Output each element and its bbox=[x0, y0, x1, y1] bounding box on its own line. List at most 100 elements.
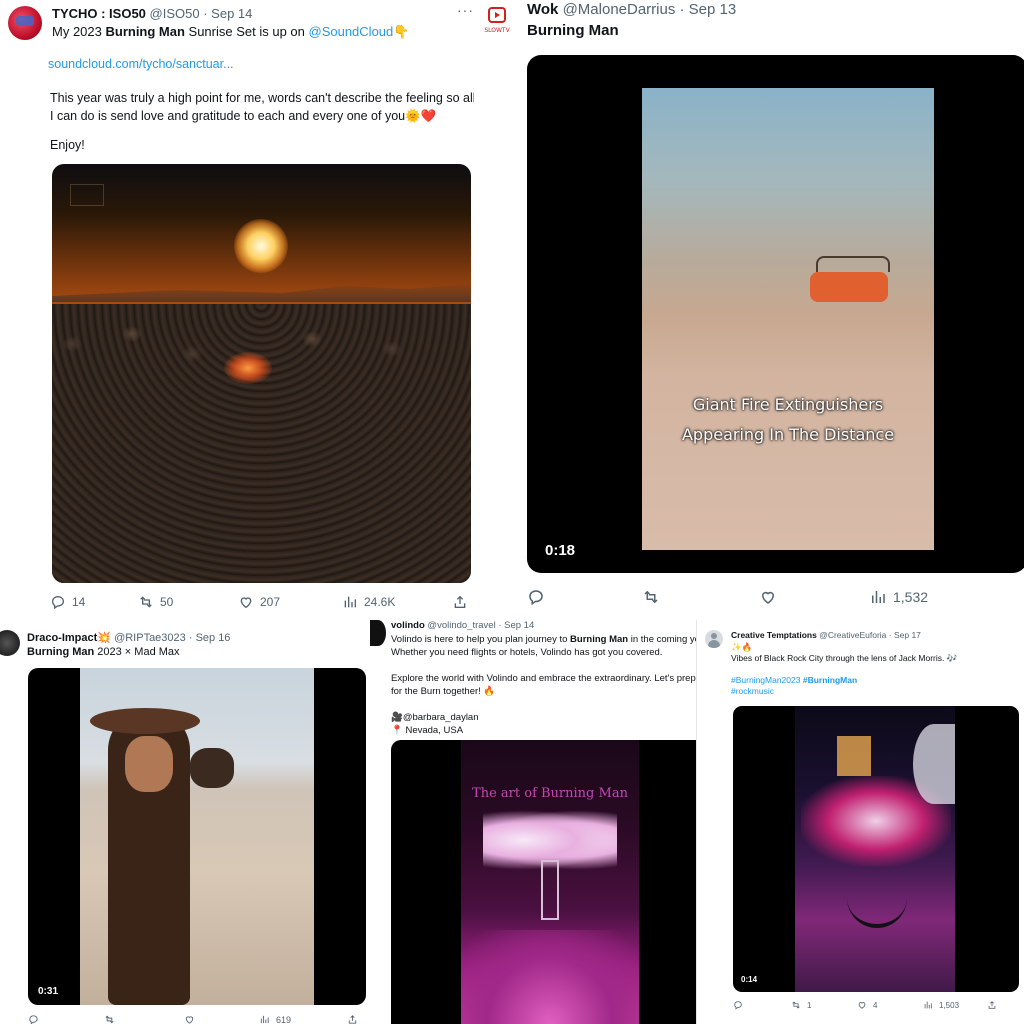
crowd bbox=[52, 304, 471, 583]
tweet-tycho: TYCHO : ISO50 @ISO50 · Sep 14 ··· My 202… bbox=[0, 0, 482, 618]
tweet-text: Volindo is here to help you plan journey… bbox=[391, 634, 698, 736]
tweet-actions: 14 50 207 24.6K bbox=[50, 594, 470, 610]
tweet-actions: 1 4 1,503 bbox=[733, 1000, 1019, 1010]
reply-button[interactable] bbox=[28, 1014, 104, 1024]
hashtag-link[interactable]: #BurningMan bbox=[803, 675, 857, 685]
retweet-icon bbox=[140, 596, 152, 608]
sun bbox=[234, 219, 288, 273]
avatar[interactable] bbox=[8, 6, 42, 40]
lens-flare bbox=[224, 352, 272, 384]
views-icon bbox=[260, 1015, 269, 1024]
tweet-header: Draco-Impact💥 @RIPTae3023 · Sep 16 bbox=[27, 632, 231, 644]
tweet-draco: Draco-Impact💥 @RIPTae3023 · Sep 16 Burni… bbox=[0, 624, 378, 1024]
author-handle[interactable]: @CreativeEuforia bbox=[819, 630, 886, 640]
video-player[interactable]: 0:31 bbox=[28, 668, 366, 1005]
tweet-text: ✨🔥 Vibes of Black Rock City through the … bbox=[731, 642, 958, 697]
video-duration: 0:18 bbox=[545, 542, 576, 559]
retweet-button[interactable] bbox=[642, 588, 759, 606]
author-name[interactable]: Creative Temptations bbox=[731, 630, 817, 640]
tweet-creative: Creative Temptations @CreativeEuforia · … bbox=[696, 620, 1024, 1024]
tweet-header: TYCHO : ISO50 @ISO50 · Sep 14 bbox=[52, 6, 252, 21]
mention-link[interactable]: @SoundCloud bbox=[309, 24, 394, 39]
tweet-date[interactable]: · Sep 14 bbox=[203, 6, 252, 21]
like-button[interactable]: 4 bbox=[857, 1000, 923, 1010]
author-name[interactable]: TYCHO : ISO50 bbox=[52, 6, 146, 21]
views-button[interactable]: 1,503 bbox=[923, 1000, 987, 1010]
share-icon bbox=[454, 595, 466, 608]
cyclist bbox=[847, 894, 907, 928]
heart-icon bbox=[185, 1016, 194, 1024]
heart-icon bbox=[858, 1002, 866, 1009]
sunset-photo[interactable] bbox=[52, 164, 471, 583]
author-name[interactable]: volindo bbox=[391, 620, 425, 631]
hashtag-link[interactable]: #BurningMan2023 bbox=[731, 675, 800, 685]
author-name[interactable]: Draco-Impact bbox=[27, 632, 97, 644]
tweet-date[interactable]: · Sep 17 bbox=[889, 630, 921, 640]
tweet-date[interactable]: · Sep 14 bbox=[498, 620, 534, 631]
mountains bbox=[52, 284, 471, 302]
author-handle[interactable]: @RIPTae3023 bbox=[114, 632, 186, 644]
avatar[interactable] bbox=[0, 630, 20, 656]
like-button[interactable] bbox=[184, 1014, 259, 1024]
share-button[interactable] bbox=[987, 1000, 997, 1010]
share-button[interactable] bbox=[347, 1014, 358, 1024]
retweet-icon bbox=[105, 1015, 114, 1024]
hashtag-link[interactable]: #rockmusic bbox=[731, 686, 957, 697]
tweet-header: Creative Temptations @CreativeEuforia · … bbox=[731, 630, 921, 640]
share-icon bbox=[988, 1001, 996, 1009]
author-handle[interactable]: @MaloneDarrius bbox=[563, 1, 676, 18]
reply-icon bbox=[51, 595, 65, 610]
tweet-date[interactable]: · Sep 16 bbox=[189, 632, 231, 644]
retweet-icon bbox=[792, 1001, 800, 1009]
reply-icon bbox=[29, 1015, 38, 1024]
avatar[interactable] bbox=[370, 620, 386, 646]
retweet-button[interactable]: 50 bbox=[138, 594, 238, 610]
author-handle[interactable]: @volindo_travel bbox=[427, 620, 495, 631]
url-link[interactable]: soundcloud.com/tycho/sanctuar... bbox=[48, 57, 234, 71]
retweet-button[interactable]: 1 bbox=[791, 1000, 857, 1010]
tweet-date[interactable]: · Sep 13 bbox=[680, 1, 737, 18]
video-frame bbox=[642, 88, 934, 550]
views-button[interactable]: 619 bbox=[259, 1014, 347, 1024]
tweet-volindo: volindo @volindo_travel · Sep 14 Volindo… bbox=[370, 614, 698, 1024]
tweet-header: volindo @volindo_travel · Sep 14 bbox=[391, 620, 534, 631]
avatar[interactable]: SLOWTV bbox=[480, 3, 514, 37]
video-duration: 0:14 bbox=[741, 975, 758, 984]
slowtv-logo-icon: SLOWTV bbox=[484, 7, 511, 34]
like-button[interactable] bbox=[759, 588, 869, 606]
video-frame bbox=[80, 668, 314, 1005]
video-caption-2: Appearing In The Distance bbox=[681, 425, 895, 444]
reply-button[interactable]: 14 bbox=[50, 594, 138, 610]
views-icon bbox=[872, 591, 885, 603]
video-frame bbox=[461, 740, 639, 1024]
views-icon bbox=[924, 1001, 932, 1009]
video-player[interactable]: The art of Burning Man bbox=[391, 740, 698, 1024]
share-button[interactable] bbox=[452, 594, 468, 610]
views-button[interactable]: 1,532 bbox=[869, 588, 928, 606]
video-player[interactable]: 0:14 bbox=[733, 706, 1019, 992]
tweet-header: Wok @MaloneDarrius · Sep 13 bbox=[527, 1, 736, 18]
fire-extinguisher-vehicle bbox=[810, 272, 888, 302]
author-handle[interactable]: @ISO50 bbox=[150, 6, 200, 21]
author-name[interactable]: Wok bbox=[527, 1, 558, 18]
views-button[interactable]: 24.6K bbox=[342, 594, 452, 610]
video-title: The art of Burning Man bbox=[472, 786, 628, 801]
reply-button[interactable] bbox=[527, 588, 642, 606]
video-caption-1: Giant Fire Extinguishers bbox=[692, 395, 884, 414]
tweet-text: My 2023 Burning Man Sunrise Set is up on… bbox=[52, 24, 410, 39]
tweet-actions: 1,532 bbox=[527, 588, 1007, 606]
watermark bbox=[70, 184, 104, 206]
video-duration: 0:31 bbox=[38, 986, 59, 997]
tweet-actions: 619 bbox=[28, 1014, 368, 1024]
video-frame bbox=[795, 706, 955, 992]
tweet-wok: SLOWTV Wok @MaloneDarrius · Sep 13 Burni… bbox=[474, 0, 1024, 618]
avatar[interactable] bbox=[705, 630, 723, 648]
tweet-closing: Enjoy! bbox=[50, 138, 85, 152]
video-player[interactable]: Giant Fire Extinguishers Appearing In Th… bbox=[527, 55, 1024, 573]
retweet-icon bbox=[644, 590, 658, 604]
more-icon[interactable]: ··· bbox=[457, 2, 474, 18]
reply-button[interactable] bbox=[733, 1000, 791, 1010]
like-button[interactable]: 207 bbox=[238, 594, 342, 610]
share-icon bbox=[348, 1015, 357, 1024]
retweet-button[interactable] bbox=[104, 1014, 184, 1024]
